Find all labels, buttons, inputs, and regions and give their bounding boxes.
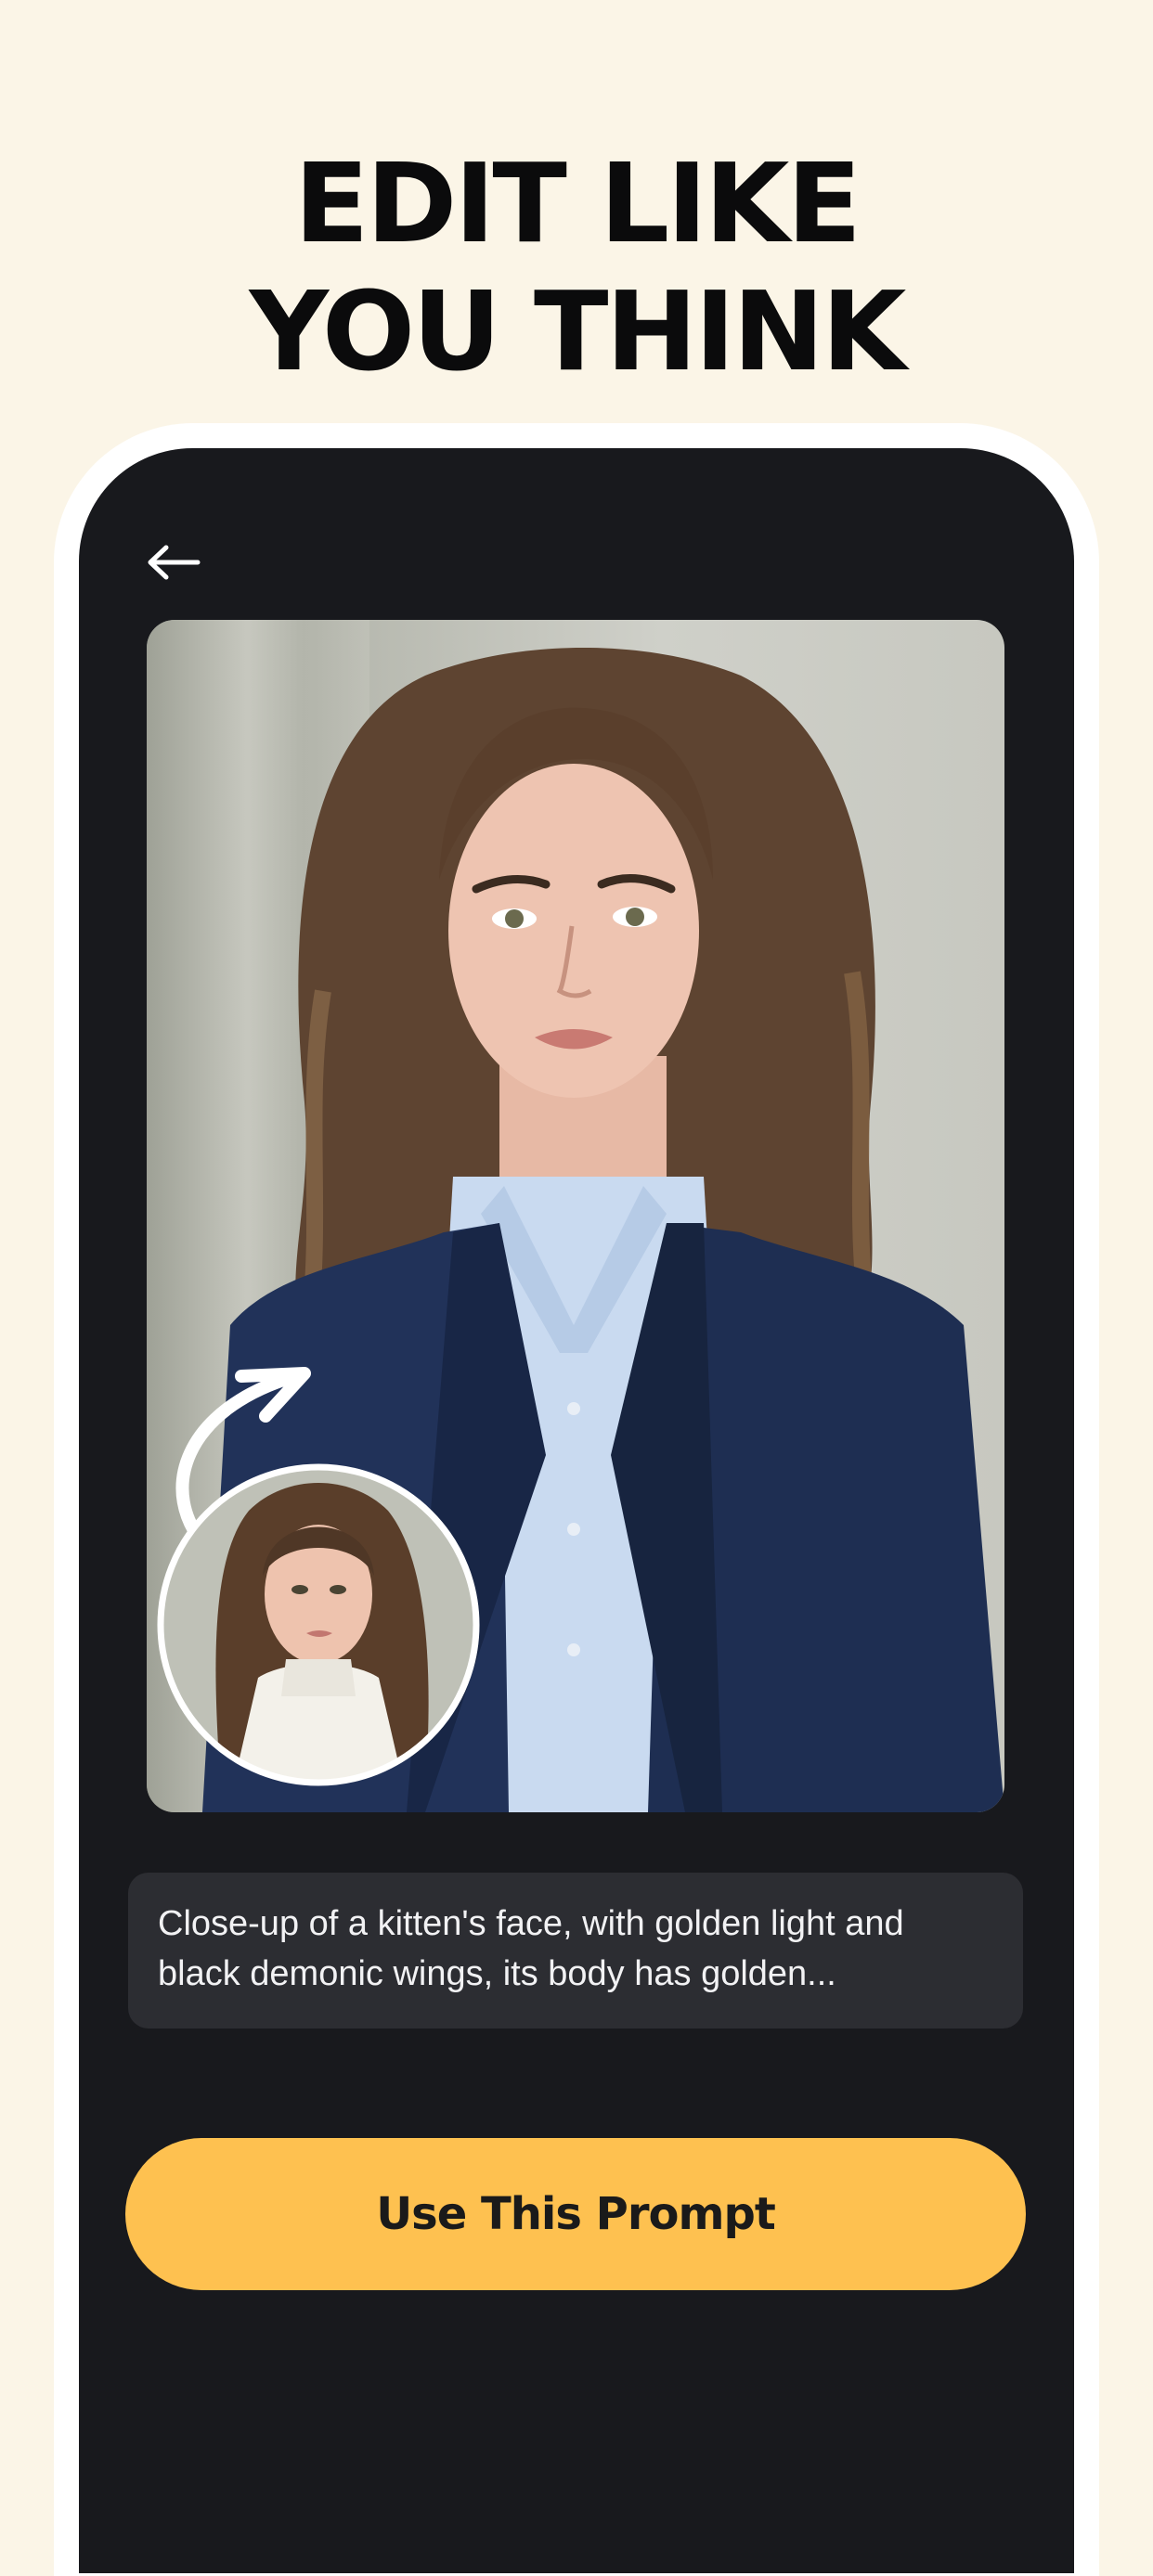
phone-screen: Close-up of a kitten's face, with golden…	[79, 448, 1074, 2573]
headline-line-1: EDIT LIKE	[293, 139, 862, 267]
use-this-prompt-button[interactable]: Use This Prompt	[125, 2138, 1026, 2290]
result-image	[147, 620, 1004, 1812]
headline-line-2: YOU THINK	[249, 267, 907, 395]
arrow-left-icon	[148, 545, 201, 580]
headline: EDIT LIKE YOU THINK	[0, 139, 1153, 395]
prompt-text-line-1: Close-up of a kitten's face, with golden…	[158, 1904, 904, 1943]
back-button[interactable]	[136, 530, 211, 595]
prompt-text-box[interactable]: Close-up of a kitten's face, with golden…	[128, 1873, 1023, 2029]
prompt-text-line-2: black demonic wings, its body has golden…	[158, 1954, 836, 1993]
portrait-illustration	[157, 648, 1004, 1812]
